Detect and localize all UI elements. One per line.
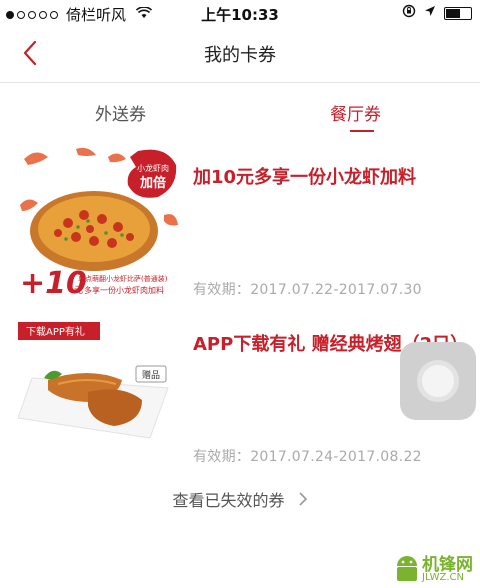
coupon-card[interactable]: 小龙虾肉 加倍 +10 元 单点萌翻小龙虾比萨(普通装) 多享一份小龙虾肉加料 … bbox=[0, 145, 480, 305]
android-logo-icon bbox=[397, 556, 417, 581]
coupon-validity: 有效期：2017.07.22-2017.07.30 bbox=[193, 282, 422, 298]
svg-text:小龙虾肉: 小龙虾肉 bbox=[137, 163, 169, 173]
status-right bbox=[402, 4, 472, 22]
page-title: 我的卡券 bbox=[204, 45, 276, 66]
rotation-lock-icon bbox=[402, 4, 416, 22]
tab-restaurant[interactable]: 餐厅券 bbox=[330, 100, 381, 125]
status-bar: 倚栏听风 上午10:33 bbox=[0, 0, 480, 26]
location-icon bbox=[424, 5, 436, 21]
coupon-validity: 有效期：2017.07.24-2017.08.22 bbox=[193, 449, 422, 465]
svg-text:元: 元 bbox=[74, 286, 83, 296]
coupon-image-wings: 下载APP有礼 赠品 bbox=[17, 318, 178, 473]
svg-text:多享一份小龙虾肉加料: 多享一份小龙虾肉加料 bbox=[84, 285, 164, 295]
expired-link-label: 查看已失效的券 bbox=[172, 491, 285, 510]
view-expired-coupons-link[interactable]: 查看已失效的券 bbox=[0, 487, 480, 511]
active-tab-indicator bbox=[350, 130, 374, 132]
assistive-touch-button[interactable] bbox=[400, 342, 476, 420]
watermark-sub: JLWZ.CN bbox=[422, 572, 464, 583]
coupon-tabs: 外送券 餐厅券 bbox=[0, 82, 480, 132]
battery-icon bbox=[444, 6, 472, 20]
svg-text:加倍: 加倍 bbox=[139, 175, 166, 191]
svg-text:下载APP有礼: 下载APP有礼 bbox=[26, 325, 85, 338]
svg-text:单点萌翻小龙虾比萨(普通装): 单点萌翻小龙虾比萨(普通装) bbox=[78, 274, 168, 283]
coupon-image-pizza: 小龙虾肉 加倍 +10 元 单点萌翻小龙虾比萨(普通装) 多享一份小龙虾肉加料 bbox=[18, 145, 178, 301]
tab-delivery[interactable]: 外送券 bbox=[95, 100, 146, 125]
nav-bar: 我的卡券 bbox=[0, 26, 480, 83]
watermark: 机锋网 JLWZ.CN bbox=[392, 550, 478, 586]
chevron-right-icon bbox=[292, 491, 307, 510]
svg-text:赠品: 赠品 bbox=[142, 369, 160, 381]
coupon-title: 加10元多享一份小龙虾加料 bbox=[193, 167, 417, 188]
